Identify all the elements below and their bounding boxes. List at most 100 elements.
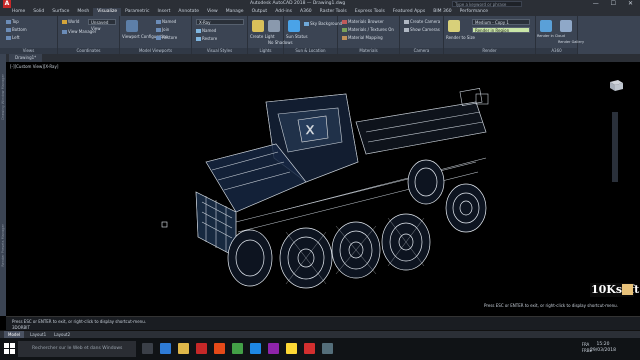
app-icon-gray[interactable] bbox=[322, 343, 333, 354]
panel-lights: Create Light No Shadows Lights bbox=[248, 16, 293, 54]
panel-coordinates: World View Manager Unsaved View Coordina… bbox=[58, 16, 120, 54]
visual-style-icon bbox=[196, 29, 201, 33]
panel-materials: Materials Browser Materials / Textures O… bbox=[338, 16, 400, 54]
sun-status-icon[interactable] bbox=[288, 20, 300, 32]
create-camera[interactable]: Create Camera bbox=[404, 19, 440, 24]
ribbon-tabs: Home Solid Surface Mesh Visualize Parametric I… bbox=[0, 8, 640, 16]
app-icon-yellow[interactable] bbox=[286, 343, 297, 354]
tab-express-tools[interactable]: Express Tools bbox=[351, 8, 389, 16]
app-icon-green[interactable] bbox=[232, 343, 243, 354]
ucs-world[interactable]: World bbox=[62, 19, 79, 24]
tab-insert[interactable]: Insert bbox=[153, 8, 174, 16]
autocad-taskbar-icon[interactable] bbox=[196, 343, 207, 354]
visual-style-named[interactable]: Named bbox=[196, 28, 216, 33]
panel-views: Top Bottom Left Views bbox=[0, 16, 58, 54]
render-region-combo[interactable]: Render in Region bbox=[472, 27, 530, 33]
windows-taskbar: Rechercher sur le Web et dans Windows FR… bbox=[0, 338, 640, 360]
view-manager-icon bbox=[62, 30, 67, 34]
tab-a360[interactable]: A360 bbox=[296, 8, 316, 16]
textures-icon bbox=[342, 28, 347, 32]
panel-visual-styles: X-Ray Named Restore Visual Styles bbox=[192, 16, 248, 54]
tab-view[interactable]: View bbox=[203, 8, 222, 16]
render-gallery-label: Render Gallery bbox=[558, 40, 585, 44]
render-cloud-label: Render in Cloud bbox=[537, 34, 565, 38]
taskbar-search-input[interactable]: Rechercher sur le Web et dans Windows bbox=[18, 341, 136, 357]
help-search-input[interactable]: Type a keyword or phrase bbox=[452, 1, 522, 7]
drawing-window-manager-tab[interactable]: Drawing Window Manager bbox=[1, 74, 5, 120]
tab-performance[interactable]: Performance bbox=[456, 8, 493, 16]
tab-visualize[interactable]: Visualize bbox=[93, 8, 122, 16]
restore-icon bbox=[156, 36, 161, 40]
drawing-viewport[interactable]: [-][Custom View][X-Ray] X bbox=[6, 62, 640, 316]
title-bar: A Autodesk AutoCAD 2018 — Drawing1.dwg T… bbox=[0, 0, 640, 8]
render-presets-tab[interactable]: Render Presets Manager bbox=[1, 224, 5, 267]
materials-textures[interactable]: Materials / Textures On bbox=[342, 27, 394, 32]
viewcube-icon[interactable] bbox=[606, 78, 626, 92]
viewport-named[interactable]: Named bbox=[156, 19, 176, 24]
no-shadows-icon[interactable] bbox=[268, 20, 280, 32]
tab-manage[interactable]: Manage bbox=[222, 8, 248, 16]
tab-parametric[interactable]: Parametric bbox=[121, 8, 153, 16]
app-icon-blue[interactable] bbox=[250, 343, 261, 354]
tab-bim-360[interactable]: BIM 360 bbox=[429, 8, 455, 16]
tab-solid[interactable]: Solid bbox=[29, 8, 48, 16]
tab-mesh[interactable]: Mesh bbox=[73, 8, 93, 16]
render-to-size-label: Render to Size bbox=[446, 35, 476, 40]
panel-model-viewports: Viewport Configuration Named Join Restor… bbox=[120, 16, 192, 54]
viewport-join[interactable]: Join bbox=[156, 27, 169, 32]
truck-xray-model: X bbox=[161, 88, 489, 289]
visual-style-restore-icon bbox=[196, 37, 201, 41]
window-controls[interactable]: — ☐ ✕ bbox=[593, 0, 638, 7]
command-line[interactable]: Press ESC or ENTER to exit, or right-cli… bbox=[6, 316, 640, 331]
edge-icon[interactable] bbox=[160, 343, 171, 354]
file-explorer-icon[interactable] bbox=[178, 343, 189, 354]
tab-add-ins[interactable]: Add-ins bbox=[271, 8, 296, 16]
show-cameras[interactable]: Show Cameras bbox=[404, 27, 440, 32]
tab-featured-apps[interactable]: Featured Apps bbox=[389, 8, 429, 16]
render-gallery-icon[interactable] bbox=[560, 20, 572, 32]
file-tab-drawing1[interactable]: Drawing1* bbox=[9, 54, 43, 62]
clock[interactable]: 15:20 29/03/2018 bbox=[590, 342, 616, 354]
sun-status-label: Sun Status bbox=[286, 34, 308, 39]
tab-home[interactable]: Home bbox=[8, 8, 29, 16]
sky-background[interactable]: Sky Background bbox=[304, 21, 342, 26]
command-history-line: Press ESC or ENTER to exit, or right-cli… bbox=[12, 319, 147, 324]
window-title: Autodesk AutoCAD 2018 — Drawing1.dwg bbox=[250, 1, 346, 6]
view-bottom[interactable]: Bottom bbox=[6, 27, 27, 32]
watermark-logo: 10Ksoft bbox=[590, 283, 639, 297]
autocad-app-icon[interactable]: A bbox=[3, 0, 11, 8]
render-preset-combo[interactable]: Medium - Copy 1 bbox=[472, 19, 530, 25]
visual-style-combo[interactable]: X-Ray bbox=[196, 19, 244, 25]
tab-raster-tools[interactable]: Raster Tools bbox=[316, 8, 351, 16]
tab-surface[interactable]: Surface bbox=[48, 8, 73, 16]
render-cloud-icon[interactable] bbox=[540, 20, 552, 32]
cube-bottom-icon bbox=[6, 28, 11, 32]
material-mapping[interactable]: Material Mapping bbox=[342, 35, 383, 40]
tab-annotate[interactable]: Annotate bbox=[174, 8, 203, 16]
materials-browser[interactable]: Materials Browser bbox=[342, 19, 384, 24]
mapping-icon bbox=[342, 36, 347, 40]
panel-render: Render to Size Medium - Copy 1 Render in… bbox=[444, 16, 536, 54]
cursor-pickbox bbox=[161, 221, 168, 228]
app-icon-purple[interactable] bbox=[268, 343, 279, 354]
task-view-icon[interactable] bbox=[142, 343, 153, 354]
view-top[interactable]: Top bbox=[6, 19, 19, 24]
cube-left-icon bbox=[6, 36, 11, 40]
unsaved-view-combo[interactable]: Unsaved View bbox=[88, 19, 116, 31]
viewport-restore[interactable]: Restore bbox=[156, 35, 177, 40]
app-icon-red[interactable] bbox=[304, 343, 315, 354]
tab-output[interactable]: Output bbox=[248, 8, 272, 16]
join-icon bbox=[156, 28, 161, 32]
navigation-bar[interactable] bbox=[612, 112, 618, 182]
create-light-icon[interactable] bbox=[252, 20, 264, 32]
panel-camera: Create Camera Show Cameras Camera bbox=[400, 16, 444, 54]
visual-style-restore[interactable]: Restore bbox=[196, 36, 217, 41]
view-left[interactable]: Left bbox=[6, 35, 20, 40]
viewport-config-icon[interactable] bbox=[126, 20, 138, 32]
cube-top-icon bbox=[6, 20, 11, 24]
windows-start-icon[interactable] bbox=[4, 343, 15, 354]
app-icon-orange[interactable] bbox=[214, 343, 225, 354]
render-to-size-icon[interactable] bbox=[448, 20, 460, 32]
cab-window-x: X bbox=[306, 123, 314, 137]
ucs-icon bbox=[62, 20, 67, 24]
